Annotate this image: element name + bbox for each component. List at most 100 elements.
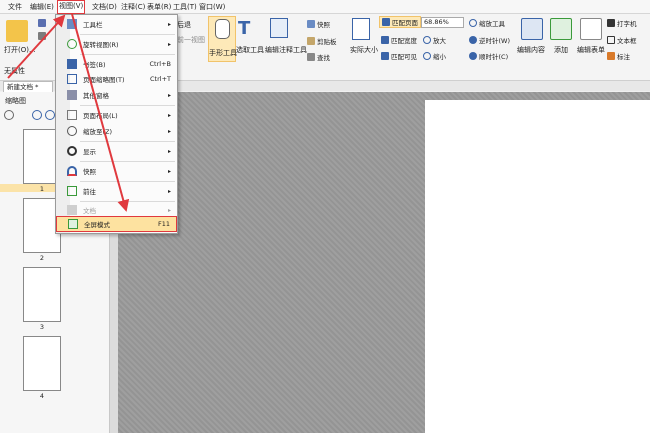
mark-button[interactable]: 标注 [607,51,630,61]
zoom-input[interactable]: 68.86% [421,17,464,28]
rotate-cw-label: 顺时针(C) [479,53,509,61]
menu-item-bookmarks[interactable]: 书签(B) Ctrl+B [56,56,177,72]
edit-content-button[interactable]: 编辑内容 [517,45,545,55]
hand-tool-label: 手形工具 [209,49,237,57]
menu-item-toolbar[interactable]: 工具栏 ▸ [56,16,177,32]
menu-item-other-panes[interactable]: 其他窗格 ▸ [56,87,177,103]
rotate-cw-icon [469,52,477,60]
mark-icon [607,52,615,60]
chevron-right-icon: ▸ [167,20,171,28]
fit-page-button[interactable]: 匹配页面 [379,16,421,28]
menu-item-snapshot[interactable]: 快照 ▸ [56,163,177,179]
menu-item-goto[interactable]: 前往 ▸ [56,183,177,199]
thumbnail-page-3[interactable] [23,267,61,322]
menu-annotation[interactable]: 注释(C) [121,2,145,13]
chevron-right-icon: ▸ [167,147,171,155]
select-text-icon[interactable]: T [238,18,258,40]
thumbnail-page-4[interactable] [23,336,61,391]
zoom-out-icon [423,52,431,60]
clipboard-icon [307,37,315,45]
edit-form-icon[interactable] [580,18,602,40]
menu-document[interactable]: 文档(D) [92,2,117,13]
bookmark-icon [67,59,77,69]
hand-icon [215,19,230,39]
menu-item-rotate-view[interactable]: 旋转视图(R) ▸ [56,36,177,52]
thumbnail-label-4: 4 [39,392,45,400]
menu-divider [80,161,175,162]
rotate-ccw-button[interactable]: 逆时针(W) [469,35,510,45]
menu-item-display[interactable]: 显示 ▸ [56,143,177,159]
open-folder-icon[interactable] [6,20,28,42]
add-icon[interactable] [550,18,572,40]
doc-tab-new[interactable]: 新建文档 * [3,81,53,92]
chevron-right-icon: ▸ [167,206,171,214]
rotate-ccw-label: 逆时针(W) [479,37,510,45]
menu-item-page-thumbnails[interactable]: 页面缩略图(T) Ctrl+T [56,71,177,87]
zoom-out-button[interactable]: 缩小 [423,51,446,61]
fit-width-button[interactable]: 匹配宽度 [381,35,417,45]
zoom-out-label: 缩小 [433,53,446,61]
rotate-ccw-icon [469,36,477,44]
back-view-button[interactable]: 前一视图 [177,35,205,45]
menu-file[interactable]: 文件 [8,2,22,13]
rotate-icon [67,39,77,49]
hand-tool-button[interactable]: 手形工具 [208,16,237,62]
menu-window[interactable]: 窗口(W) [199,2,225,13]
find-button[interactable]: 查找 [307,52,330,62]
print-icon[interactable] [38,32,46,40]
menu-form[interactable]: 表单(R) [147,2,171,13]
actual-size-button[interactable]: 实际大小 [350,45,378,55]
save-icon[interactable] [38,19,46,27]
document-page[interactable] [425,100,650,433]
forward-button[interactable]: 后退 [177,20,191,30]
camera-icon [307,20,315,28]
menu-tools[interactable]: 工具(T) [173,2,197,13]
typewriter-label: 打字机 [617,20,637,28]
rotate-cw-button[interactable]: 顺时针(C) [469,51,508,61]
menu-divider [80,34,175,35]
menu-item-zoom-to[interactable]: 缩放至(Z) ▸ [56,123,177,139]
zoom-tool-icon [469,19,477,27]
menu-view[interactable]: 视图(V) [57,0,86,14]
select-tool-button[interactable]: 选取工具 [236,45,264,55]
gear-icon[interactable] [4,110,14,120]
fit-visible-icon [381,52,389,60]
fit-width-label: 匹配宽度 [391,37,417,45]
menu-item-page-layout[interactable]: 页面布局(L) ▸ [56,107,177,123]
zoom-in-label: 放大 [433,37,446,45]
menu-item-fullscreen[interactable]: 全屏模式 F11 [56,216,177,232]
textbox-label: 文本框 [617,37,637,45]
fit-page-icon [382,18,390,26]
goto-icon [67,186,77,196]
menu-edit[interactable]: 编辑(E) [30,2,54,13]
eye-icon [67,146,77,156]
edit-form-button[interactable]: 编辑表单 [577,45,605,55]
menu-item-shortcut: Ctrl+T [150,75,171,83]
document-icon [67,205,77,215]
no-property-label: 无属性 [4,67,25,75]
actual-size-icon[interactable] [352,18,370,40]
textbox-button[interactable]: 文本框 [607,35,637,45]
chevron-right-icon: ▸ [167,167,171,175]
thumbnails-icon [67,74,77,84]
typewriter-icon [607,19,615,27]
zoom-in-thumb-icon[interactable] [45,110,55,120]
typewriter-button[interactable]: 打字机 [607,18,637,28]
menu-item-label: 文档 [83,207,96,215]
clipboard-button[interactable]: 剪贴板 [307,36,337,46]
chevron-right-icon: ▸ [167,91,171,99]
fit-visible-button[interactable]: 匹配可见 [381,51,417,61]
snapshot-button[interactable]: 快照 [307,19,330,29]
edit-content-icon[interactable] [521,18,543,40]
fullscreen-icon [68,219,78,229]
zoom-in-button[interactable]: 放大 [423,35,446,45]
edit-annotation-button[interactable]: 编辑注释工具 [265,45,307,55]
menu-divider [80,54,175,55]
zoom-out-thumb-icon[interactable] [32,110,42,120]
open-button[interactable]: 打开(O)... [4,45,36,55]
menu-divider [80,141,175,142]
zoom-tool-label: 缩放工具 [479,20,505,28]
add-button[interactable]: 添加 [554,45,568,55]
edit-annotation-icon[interactable] [270,18,288,38]
zoom-tool-button[interactable]: 缩放工具 [469,18,505,28]
